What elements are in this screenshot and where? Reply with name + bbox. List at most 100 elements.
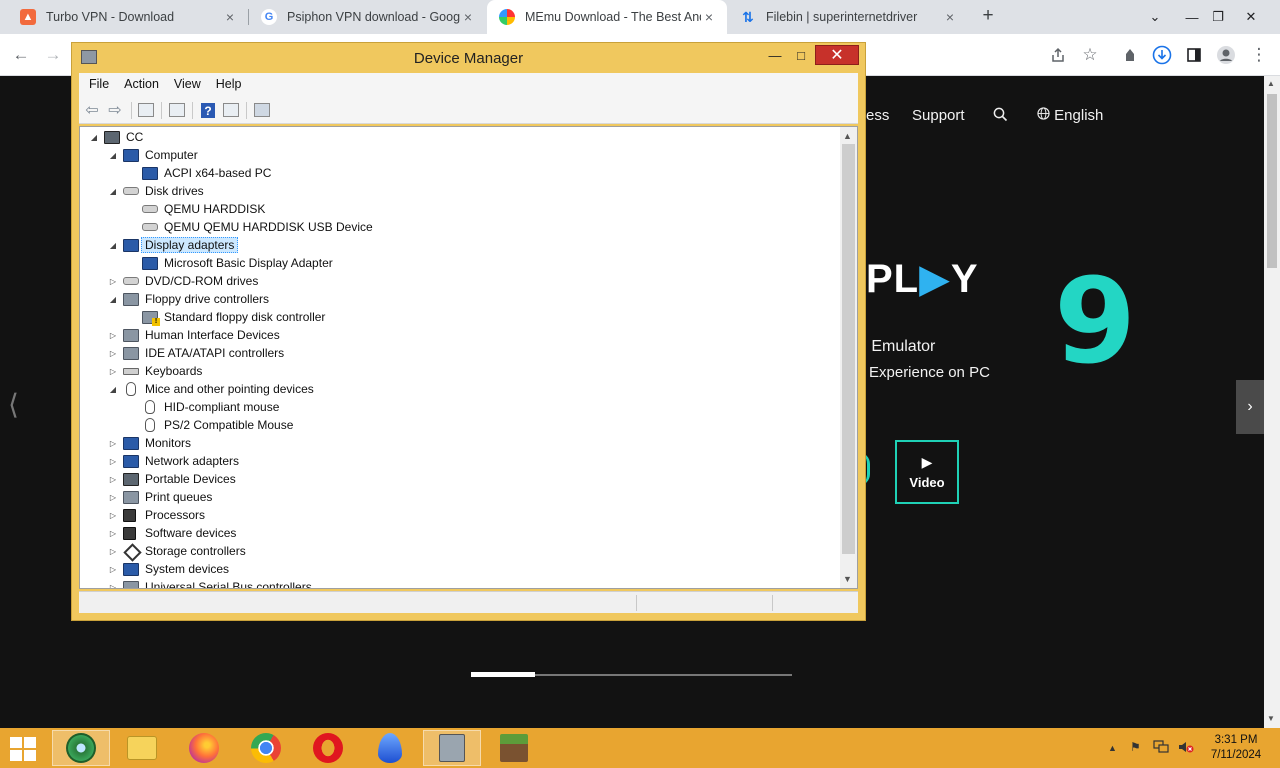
tree-node[interactable]: ◢ Mice and other pointing devices (107, 380, 314, 398)
tab-memu[interactable]: MEmu Download - The Best And × (487, 0, 727, 34)
tree-node[interactable]: ▷ Print queues (107, 488, 212, 506)
close-icon[interactable]: × (942, 9, 958, 25)
close-icon[interactable]: × (701, 9, 717, 25)
language-selector[interactable]: English (1037, 107, 1103, 124)
new-tab-button[interactable]: + (977, 5, 999, 27)
tree-node[interactable]: ACPI x64-based PC (126, 164, 271, 182)
nav-link-business[interactable]: ess (866, 107, 889, 124)
expand-icon[interactable]: ▷ (107, 349, 119, 358)
tree-node[interactable]: HID-compliant mouse (126, 398, 279, 416)
taskbar-file-explorer[interactable] (113, 730, 171, 766)
taskbar-network-app[interactable] (52, 730, 110, 766)
tree-node[interactable]: ▷ Human Interface Devices (107, 326, 280, 344)
show-hide-console-tree-icon[interactable] (138, 103, 154, 117)
tree-node[interactable]: PS/2 Compatible Mouse (126, 416, 293, 434)
expand-icon[interactable]: ▷ (107, 565, 119, 574)
tree-node[interactable]: ▷ Processors (107, 506, 205, 524)
system-clock[interactable]: 3:31 PM 7/11/2024 (1204, 733, 1268, 763)
video-button[interactable]: ▶ Video (895, 440, 959, 504)
tab-search-icon[interactable]: ⌄ (1140, 0, 1170, 34)
page-scrollbar[interactable]: ▲ ▼ (1264, 76, 1280, 728)
scrollbar-thumb[interactable] (842, 144, 855, 554)
close-button[interactable]: ✕ (1236, 0, 1266, 34)
menu-kebab-icon[interactable]: ⋮ (1246, 42, 1272, 68)
expand-icon[interactable]: ▷ (107, 277, 119, 286)
tree-node[interactable]: ▷ DVD/CD-ROM drives (107, 272, 258, 290)
taskbar-drop-app[interactable] (361, 730, 419, 766)
expand-icon[interactable]: ▷ (107, 529, 119, 538)
scrollbar-thumb[interactable] (1267, 94, 1277, 268)
menu-file[interactable]: File (89, 77, 109, 91)
tree-node[interactable]: ▷ Universal Serial Bus controllers (107, 578, 312, 588)
close-icon[interactable]: × (222, 9, 238, 25)
extension-icon[interactable] (1117, 42, 1143, 68)
scroll-up-icon[interactable]: ▲ (843, 131, 852, 141)
scan-hardware-icon[interactable] (254, 103, 270, 117)
nav-link-support[interactable]: Support (912, 107, 965, 124)
network-icon[interactable] (1153, 740, 1169, 757)
tree-node[interactable]: ◢ Display adapters (107, 236, 239, 254)
close-button[interactable]: ✕ (815, 45, 859, 65)
expand-icon[interactable]: ▷ (107, 583, 119, 589)
expand-icon[interactable]: ▷ (107, 475, 119, 484)
flag-icon[interactable]: ⚑ (1130, 740, 1141, 754)
tree-root[interactable]: ◢ CC (88, 128, 143, 146)
collapse-icon[interactable]: ◢ (107, 187, 119, 196)
taskbar-minecraft[interactable] (485, 730, 543, 766)
maximize-button[interactable]: □ (787, 45, 815, 65)
back-arrow-icon[interactable]: ⇦ (83, 101, 101, 119)
tree-node[interactable]: ◢ Floppy drive controllers (107, 290, 269, 308)
tree-node[interactable]: QEMU HARDDISK (126, 200, 265, 218)
expand-icon[interactable]: ▷ (107, 511, 119, 520)
tree-node[interactable]: ◢ Computer (107, 146, 198, 164)
taskbar-firefox[interactable] (175, 730, 233, 766)
search-icon[interactable] (993, 107, 1008, 126)
tray-chevron-icon[interactable]: ▲ (1108, 743, 1117, 753)
tree-node[interactable]: ▷ Software devices (107, 524, 236, 542)
expand-icon[interactable]: ▷ (107, 331, 119, 340)
taskbar-opera[interactable] (299, 730, 357, 766)
taskbar-device-manager[interactable] (423, 730, 481, 766)
restore-button[interactable]: ❐ (1203, 0, 1233, 34)
start-button[interactable] (10, 737, 38, 761)
scroll-up-icon[interactable]: ▲ (1267, 79, 1275, 88)
properties-icon[interactable] (169, 103, 185, 117)
tree-node[interactable]: Standard floppy disk controller (126, 308, 325, 326)
expand-icon[interactable]: ▷ (107, 547, 119, 556)
share-icon[interactable] (1045, 42, 1071, 68)
scroll-down-icon[interactable]: ▼ (1267, 714, 1275, 723)
side-panel-icon[interactable] (1181, 42, 1207, 68)
action-pane-icon[interactable] (223, 103, 239, 117)
tree-node[interactable]: ▷ Portable Devices (107, 470, 236, 488)
help-icon[interactable]: ? (201, 103, 215, 118)
expand-icon[interactable]: ▷ (107, 439, 119, 448)
expand-icon[interactable]: ▷ (107, 457, 119, 466)
tab-filebin[interactable]: ⇅ Filebin | superinternetdriver × (728, 0, 968, 34)
tree-scrollbar[interactable]: ▲ ▼ (840, 127, 857, 588)
taskbar-chrome[interactable] (237, 730, 295, 766)
collapse-icon[interactable]: ◢ (107, 241, 119, 250)
expand-icon[interactable]: ▷ (107, 367, 119, 376)
tree-node[interactable]: QEMU QEMU HARDDISK USB Device (126, 218, 373, 236)
menu-help[interactable]: Help (216, 77, 242, 91)
expand-icon[interactable]: ▷ (107, 493, 119, 502)
carousel-next-button[interactable]: › (1236, 380, 1264, 434)
tab-turbo-vpn[interactable]: ▲ Turbo VPN - Download × (8, 0, 248, 34)
minimize-button[interactable]: — (761, 45, 789, 65)
forward-arrow-icon[interactable]: ⇨ (106, 101, 124, 119)
carousel-prev-icon[interactable]: ⟨ (8, 388, 19, 421)
tab-psiphon[interactable]: G Psiphon VPN download - Googl × (249, 0, 486, 34)
tree-node[interactable]: ▷ Network adapters (107, 452, 239, 470)
back-button[interactable]: ← (8, 42, 34, 68)
download-icon[interactable] (1149, 42, 1175, 68)
collapse-icon[interactable]: ◢ (88, 133, 100, 142)
bookmark-star-icon[interactable]: ☆ (1077, 42, 1103, 68)
scroll-down-icon[interactable]: ▼ (843, 574, 852, 584)
profile-avatar[interactable] (1213, 42, 1239, 68)
collapse-icon[interactable]: ◢ (107, 295, 119, 304)
tree-node[interactable]: ▷ Monitors (107, 434, 191, 452)
tree-node[interactable]: ◢ Disk drives (107, 182, 204, 200)
collapse-icon[interactable]: ◢ (107, 385, 119, 394)
menu-action[interactable]: Action (124, 77, 159, 91)
menu-view[interactable]: View (174, 77, 201, 91)
